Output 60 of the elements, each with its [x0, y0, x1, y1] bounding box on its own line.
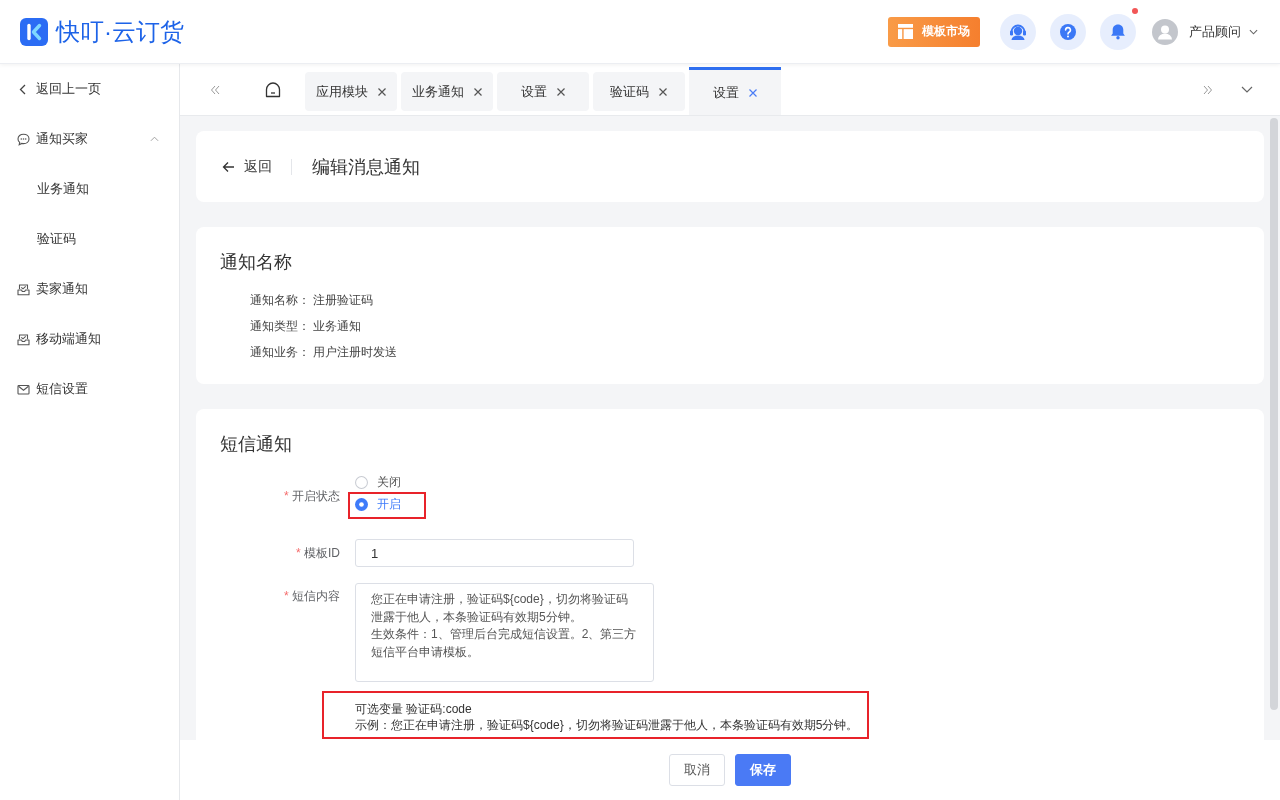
tab[interactable]: 设置	[689, 67, 781, 115]
chevron-down-icon[interactable]	[1249, 28, 1258, 35]
home-icon[interactable]	[264, 80, 282, 99]
chevron-down-icon[interactable]	[1241, 86, 1253, 93]
radio-icon[interactable]	[355, 497, 368, 511]
chat-bubble-icon	[17, 132, 30, 146]
back-link[interactable]: 返回上一页	[0, 64, 179, 114]
sidebar-subitem[interactable]: 验证码	[0, 214, 179, 264]
message-text: 生效条件：1、管理后台完成短信设置。2、第三方短信平台申请模板。	[371, 626, 637, 661]
logo-icon	[20, 17, 48, 46]
sidebar-item[interactable]: 卖家通知	[0, 264, 179, 314]
close-icon[interactable]	[658, 86, 668, 97]
sidebar-item[interactable]: 移动端通知	[0, 314, 179, 364]
double-chevron-right-icon[interactable]	[1203, 84, 1213, 95]
inbox-icon	[17, 282, 30, 296]
bell-icon[interactable]	[1100, 13, 1136, 50]
tab[interactable]: 应用模块	[305, 72, 397, 111]
form-label: * 开启状态	[283, 488, 340, 505]
field-label: 通知类型：	[250, 318, 310, 335]
form-label: * 短信内容	[283, 588, 340, 605]
template-id-input[interactable]: 1	[355, 539, 634, 567]
radio-icon[interactable]	[355, 475, 368, 489]
section-title: 通知名称	[220, 251, 293, 274]
sidebar-item[interactable]: 短信设置	[0, 364, 179, 414]
sidebar-item[interactable]: 通知买家	[0, 114, 179, 164]
field-value: 用户注册时发送	[313, 344, 397, 361]
close-icon[interactable]	[555, 86, 566, 97]
double-chevron-left-icon[interactable]	[210, 84, 220, 95]
arrow-left-icon	[222, 160, 235, 173]
field-label: 通知名称：	[250, 292, 310, 309]
scrollbar-thumb[interactable]	[1270, 118, 1278, 710]
message-text: 您正在申请注册，验证码${code}，切勿将验证码泄露于他人，本条验证码有效期5分钟。	[371, 591, 629, 626]
radio-option[interactable]: 开启	[355, 494, 424, 514]
close-icon[interactable]	[376, 86, 387, 97]
sidebar-subitem[interactable]: 业务通知	[0, 164, 179, 214]
section-title: 短信通知	[220, 433, 293, 456]
back-button[interactable]: 返回	[222, 157, 272, 176]
user-name[interactable]: 产品顾问	[1189, 22, 1241, 41]
field-label: 通知业务：	[250, 344, 310, 361]
field-value: 业务通知	[313, 318, 361, 335]
save-button[interactable]: 保存	[735, 754, 791, 786]
tab[interactable]: 业务通知	[401, 72, 493, 111]
hint-text: 可选变量 验证码:code	[355, 701, 473, 717]
page-title: 编辑消息通知	[312, 155, 420, 179]
tab[interactable]: 设置	[497, 72, 589, 111]
message-textarea[interactable]: 您正在申请注册，验证码${code}，切勿将验证码泄露于他人，本条验证码有效期5分钟。 生效条件：1、管理后台完成短信设置。2、第三方短信平台申请模板。	[355, 583, 654, 682]
radio-option[interactable]: 关闭	[355, 472, 424, 492]
hint-text: 示例：您正在申请注册，验证码${code}，切勿将验证码泄露于他人，本条验证码有效期5分钟。	[355, 717, 860, 733]
layout-icon	[898, 24, 913, 39]
close-icon[interactable]	[472, 86, 483, 97]
logo-text: 快叮·云订货	[56, 16, 184, 47]
help-icon[interactable]	[1050, 13, 1086, 50]
form-label: * 模板ID	[295, 545, 340, 562]
tab[interactable]: 验证码	[593, 72, 685, 111]
mail-icon	[17, 382, 30, 396]
close-icon[interactable]	[747, 87, 758, 98]
headset-icon[interactable]	[1000, 13, 1036, 50]
cancel-button[interactable]: 取消	[669, 754, 725, 786]
field-value: 注册验证码	[313, 292, 373, 309]
inbox-icon	[17, 332, 30, 346]
